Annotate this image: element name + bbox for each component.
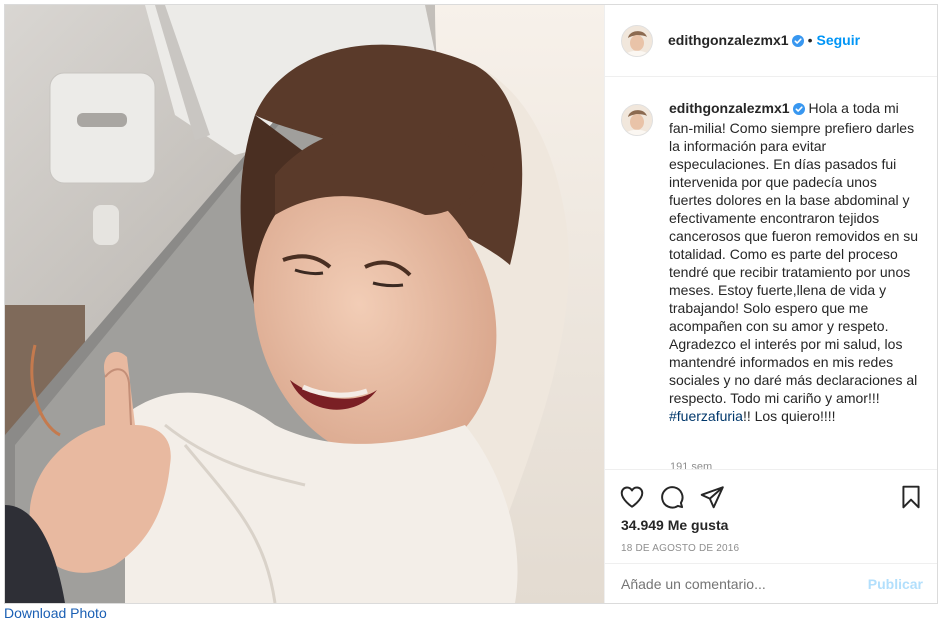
- share-icon: [700, 486, 724, 509]
- instagram-post: edithgonzalezmx1 • Seguir edithgonzalezmx1…: [4, 4, 938, 604]
- avatar-image: [622, 26, 652, 56]
- post-header: edithgonzalezmx1 • Seguir: [605, 5, 937, 77]
- caption-avatar-image: [622, 105, 652, 135]
- share-button[interactable]: [699, 484, 725, 510]
- avatar[interactable]: [621, 25, 653, 57]
- header-line: edithgonzalezmx1 • Seguir: [668, 32, 860, 50]
- download-photo-link[interactable]: Download Photo: [4, 604, 107, 622]
- username-link[interactable]: edithgonzalezmx1: [668, 32, 789, 48]
- caption-avatar[interactable]: [621, 104, 653, 136]
- like-button[interactable]: [619, 484, 645, 510]
- comment-icon: [661, 486, 684, 509]
- post-date: 18 DE AGOSTO DE 2016: [621, 543, 740, 554]
- heart-icon: [620, 486, 644, 508]
- post-side-panel: edithgonzalezmx1 • Seguir edithgonzalezmx1…: [604, 5, 937, 604]
- publish-button[interactable]: Publicar: [868, 564, 923, 604]
- separator-dot: •: [807, 32, 813, 48]
- hashtag-link[interactable]: #fuerzafuria: [669, 408, 743, 424]
- post-photo-image: [5, 5, 604, 603]
- post-photo[interactable]: [5, 5, 604, 603]
- caption-text: Hola a toda mi fan-milia! Como siempre p…: [669, 100, 919, 406]
- comment-input[interactable]: [621, 564, 851, 604]
- bookmark-icon: [902, 485, 920, 509]
- action-bar: [605, 469, 937, 517]
- follow-button[interactable]: Seguir: [817, 32, 861, 48]
- caption-text-end: !! Los quiero!!!!: [742, 408, 836, 424]
- caption-age[interactable]: 191 sem: [670, 461, 712, 469]
- post-caption: edithgonzalezmx1 Hola a toda mi fan-mili…: [669, 99, 919, 425]
- comment-button[interactable]: [659, 484, 685, 510]
- comments-area[interactable]: edithgonzalezmx1 Hola a toda mi fan-mili…: [605, 77, 937, 469]
- comment-bar: Publicar: [605, 563, 937, 604]
- caption-username-link[interactable]: edithgonzalezmx1: [669, 100, 790, 116]
- save-button[interactable]: [898, 484, 924, 510]
- likes-count[interactable]: 34.949 Me gusta: [621, 517, 728, 533]
- verified-badge-icon: [791, 34, 804, 50]
- caption-verified-badge-icon: [792, 101, 805, 119]
